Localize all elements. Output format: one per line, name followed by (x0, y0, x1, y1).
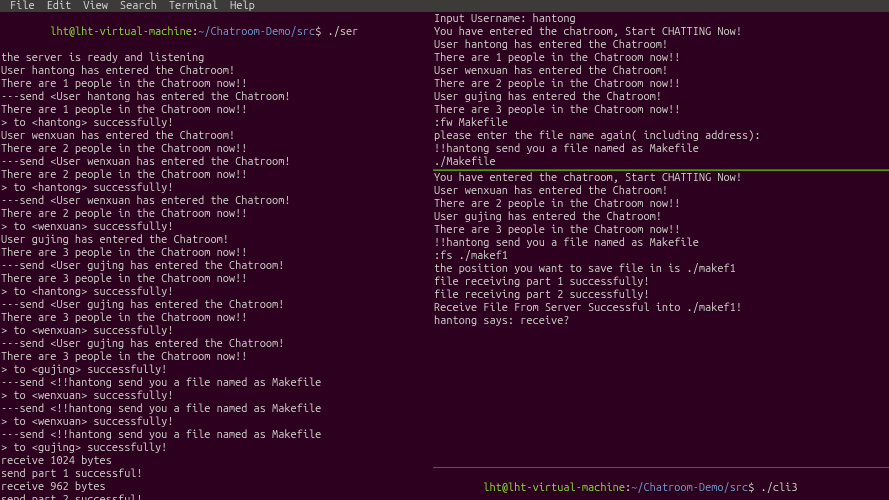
menu-bar[interactable]: File Edit View Search Terminal Help (0, 0, 889, 12)
menu-help[interactable]: Help (224, 0, 261, 12)
terminal-line: You have entered the chatroom, Start CHA… (434, 26, 888, 39)
terminal-line: There are 3 people in the Chatroom now!! (1, 351, 431, 364)
terminal-line: !!hantong send you a file named as Makef… (434, 143, 888, 156)
prompt-host: lht-virtual-machine (508, 482, 625, 494)
terminal-line: User wenxuan has entered the Chatroom! (1, 130, 431, 143)
terminal-line: There are 2 people in the Chatroom now!! (434, 78, 888, 91)
terminal-line: User hantong has entered the Chatroom! (434, 39, 888, 52)
terminal-line: send part 2 successful! (1, 494, 431, 500)
terminal-line: There are 3 people in the Chatroom now!! (1, 312, 431, 325)
terminal-line: the server is ready and listening (1, 52, 431, 65)
terminal-line: There are 1 people in the Chatroom now!! (1, 104, 431, 117)
pane-client-hantong[interactable]: Input Username: hantongYou have entered … (433, 12, 889, 170)
pane-client-wenxuan[interactable]: You have entered the chatroom, Start CHA… (433, 170, 889, 468)
terminal-line: receive 962 bytes (1, 481, 431, 494)
terminal-line: ---send <User hantong has entered the Ch… (1, 91, 431, 104)
terminal-line: > to <wenxuan> successfully! (1, 325, 431, 338)
terminal-line: You have entered the chatroom, Start CHA… (434, 172, 888, 185)
terminal-line: ---send <User gujing has entered the Cha… (1, 260, 431, 273)
terminal-line: please enter the file name again( includ… (434, 130, 888, 143)
menu-search[interactable]: Search (114, 0, 163, 12)
menu-file[interactable]: File (4, 0, 41, 12)
prompt-user: lht (483, 482, 501, 494)
terminal-line: User hantong has entered the Chatroom! (1, 65, 431, 78)
terminal-line: :fw Makefile (434, 117, 888, 130)
terminal-line: ---send <!!hantong send you a file named… (1, 403, 431, 416)
terminal-line: There are 3 people in the Chatroom now!! (434, 104, 888, 117)
terminal-line: There are 2 people in the Chatroom now!! (1, 143, 431, 156)
terminal-line: User gujing has entered the Chatroom! (434, 211, 888, 224)
terminal-line: User wenxuan has entered the Chatroom! (434, 185, 888, 198)
terminal-line: ---send <User wenxuan has entered the Ch… (1, 195, 431, 208)
menu-edit[interactable]: Edit (41, 0, 78, 12)
terminal-line: receive 1024 bytes (1, 455, 431, 468)
terminal-line: User wenxuan has entered the Chatroom! (434, 65, 888, 78)
terminal-area: lht@lht-virtual-machine:~/Chatroom-Demo/… (0, 12, 889, 500)
terminal-line: file receiving part 2 successfully! (434, 289, 888, 302)
menu-view[interactable]: View (77, 0, 114, 12)
prompt-path: ~/Chatroom-Demo/src (631, 482, 748, 494)
terminal-line: > to <hantong> successfully! (1, 182, 431, 195)
terminal-line: > to <hantong> successfully! (1, 286, 431, 299)
terminal-line: ./Makefile (434, 156, 888, 169)
terminal-line: There are 3 people in the Chatroom now!! (1, 247, 431, 260)
terminal-line: :fs ./makef1 (434, 250, 888, 263)
terminal-line: Input Username: hantong (434, 13, 888, 26)
terminal-line: There are 2 people in the Chatroom now!! (1, 169, 431, 182)
terminal-line: > to <wenxuan> successfully! (1, 221, 431, 234)
terminal-line: > to <wenxuan> successfully! (1, 416, 431, 429)
prompt-cmd: ./ser (328, 26, 359, 38)
terminal-line: User gujing has entered the Chatroom! (1, 234, 431, 247)
terminal-line: file receiving part 1 successfully! (434, 276, 888, 289)
terminal-line: There are 3 people in the Chatroom now!! (1, 273, 431, 286)
terminal-line: > to <wenxuan> successfully! (1, 390, 431, 403)
terminal-line: There are 2 people in the Chatroom now!! (1, 208, 431, 221)
terminal-line: There are 3 people in the Chatroom now!! (434, 224, 888, 237)
terminal-line: hantong says: receive? (434, 315, 888, 328)
prompt-path: ~/Chatroom-Demo/src (198, 26, 315, 38)
terminal-line: > to <hantong> successfully! (1, 117, 431, 130)
terminal-line: Receive File From Server Successful into… (434, 302, 888, 315)
terminal-line: User gujing has entered the Chatroom! (434, 91, 888, 104)
prompt-cmd: ./cli3 (761, 482, 798, 494)
menu-terminal[interactable]: Terminal (163, 0, 224, 12)
terminal-line: ---send <User gujing has entered the Cha… (1, 299, 431, 312)
pane-server[interactable]: lht@lht-virtual-machine:~/Chatroom-Demo/… (0, 12, 432, 500)
prompt-user: lht (50, 26, 68, 38)
prompt-host: lht-virtual-machine (75, 26, 192, 38)
terminal-line: send part 1 successful! (1, 468, 431, 481)
terminal-line: ---send <User gujing has entered the Cha… (1, 338, 431, 351)
terminal-line: the position you want to save file in is… (434, 263, 888, 276)
terminal-line: ---send <!!hantong send you a file named… (1, 429, 431, 442)
pane-client-gujing[interactable]: lht@lht-virtual-machine:~/Chatroom-Demo/… (433, 468, 889, 500)
terminal-line: There are 1 people in the Chatroom now!! (434, 52, 888, 65)
terminal-line: ---send <User wenxuan has entered the Ch… (1, 156, 431, 169)
terminal-line: > to <gujing> successfully! (1, 364, 431, 377)
terminal-line: There are 2 people in the Chatroom now!! (434, 198, 888, 211)
terminal-line: ---send <!!hantong send you a file named… (1, 377, 431, 390)
terminal-line: > to <gujing> successfully! (1, 442, 431, 455)
terminal-line: There are 1 people in the Chatroom now!! (1, 78, 431, 91)
terminal-line: !!hantong send you a file named as Makef… (434, 237, 888, 250)
